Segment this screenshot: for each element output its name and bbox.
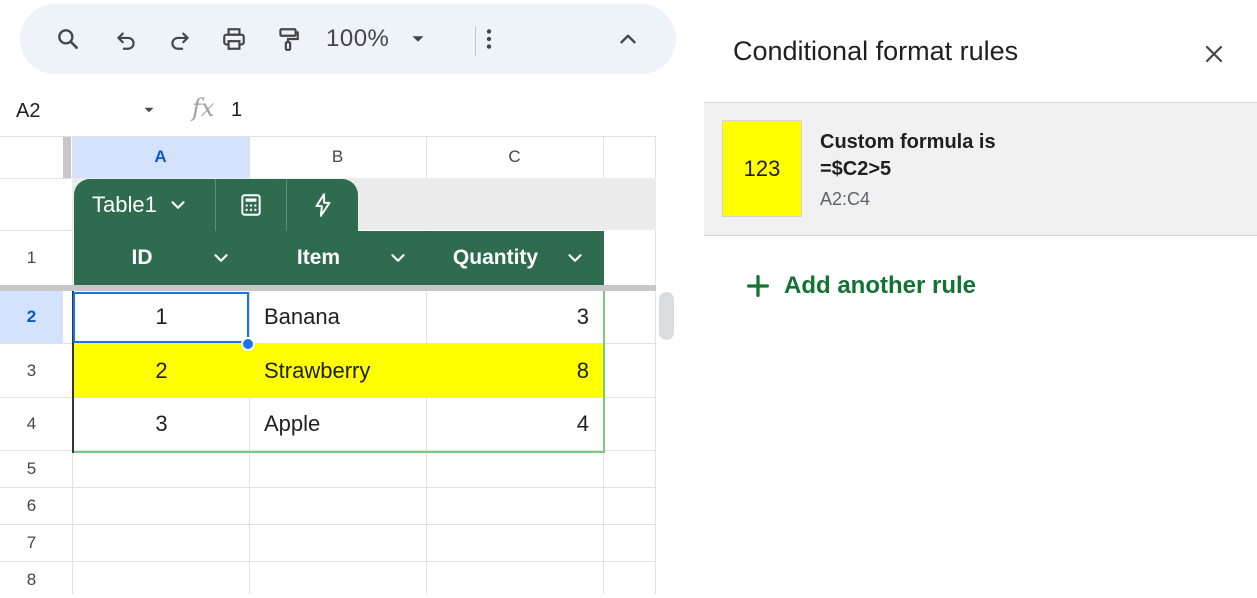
grid-line [0, 487, 656, 488]
table-tab: Table1 [74, 179, 358, 231]
grid-line [0, 524, 656, 525]
column-header-a[interactable]: A [72, 136, 249, 178]
fill-handle[interactable] [241, 337, 255, 351]
table-cell[interactable]: Strawberry [249, 344, 426, 397]
chevron-down-icon [412, 36, 424, 42]
add-rule-label: Add another rule [784, 272, 977, 299]
more-options-button[interactable] [471, 21, 507, 57]
spreadsheet-grid[interactable]: A B C 1 2 3 4 5 6 7 8 Table1 ID Item Qua… [0, 136, 656, 594]
table-cell[interactable]: 3 [426, 291, 603, 343]
paint-format-button[interactable] [270, 21, 306, 57]
conditional-rule-card[interactable]: 123 Custom formula is =$C2>5 A2:C4 [704, 102, 1257, 236]
table-cell[interactable]: 4 [426, 397, 603, 450]
table-cell[interactable]: 1 [74, 291, 249, 343]
table-header-item[interactable]: Item [250, 231, 427, 285]
panel-title: Conditional format rules [733, 36, 1019, 66]
name-box-value: A2 [16, 99, 41, 122]
chevron-down-icon[interactable] [210, 247, 232, 269]
close-panel-button[interactable] [1196, 36, 1232, 72]
plus-icon [747, 275, 769, 297]
row-header-7[interactable]: 7 [0, 525, 63, 561]
fx-icon: fx [192, 94, 215, 122]
chevron-down-icon[interactable] [387, 247, 409, 269]
chevron-down-icon[interactable] [564, 247, 586, 269]
row-header-3[interactable]: 3 [0, 344, 63, 397]
header-label: ID [131, 246, 153, 269]
vertical-scrollbar[interactable] [659, 292, 674, 340]
print-button[interactable] [216, 21, 252, 57]
table-name-button[interactable]: Table1 [74, 179, 216, 231]
grid-line [0, 136, 656, 137]
calculator-icon [241, 194, 261, 216]
zoom-select[interactable]: 100% [326, 21, 446, 57]
formula-input[interactable]: 1 [231, 99, 242, 122]
rule-condition: Custom formula is =$C2>5 [820, 129, 996, 183]
header-label: Item [296, 246, 341, 269]
collapse-toolbar-button[interactable] [610, 21, 646, 57]
rule-range: A2:C4 [820, 189, 871, 209]
table-name: Table1 [92, 192, 157, 217]
row-header-8[interactable]: 8 [0, 562, 63, 598]
lightning-icon [315, 193, 330, 217]
table-cell[interactable]: 3 [74, 397, 249, 450]
table-cell[interactable]: 2 [74, 344, 249, 397]
undo-button[interactable] [108, 21, 144, 57]
chevron-up-icon [620, 34, 636, 44]
redo-icon [171, 32, 189, 50]
column-header-b[interactable]: B [249, 136, 426, 178]
row-header-2[interactable]: 2 [0, 291, 63, 343]
search-icon [58, 29, 78, 49]
row-header-5[interactable]: 5 [0, 451, 63, 487]
frozen-column-divider[interactable] [63, 136, 71, 178]
table-cell[interactable]: Banana [249, 291, 426, 343]
table-cell[interactable]: 8 [426, 344, 603, 397]
table-calculate-button[interactable] [216, 179, 287, 231]
rule-condition-type: Custom formula is [820, 131, 996, 153]
name-box[interactable]: A2 [16, 96, 166, 126]
grid-line [0, 561, 656, 562]
table-range-left-edge [72, 291, 74, 453]
search-button[interactable] [50, 21, 86, 57]
column-header-c[interactable]: C [426, 136, 603, 178]
chevron-down-icon [144, 107, 154, 113]
print-icon [223, 28, 245, 50]
row-header-6[interactable]: 6 [0, 488, 63, 524]
table-header-quantity[interactable]: Quantity [427, 231, 604, 285]
add-another-rule-button[interactable]: Add another rule [744, 272, 976, 300]
close-icon [1205, 45, 1223, 63]
toolbar: 100% [20, 4, 676, 74]
table-cell[interactable]: Apple [249, 397, 426, 450]
row-header-4[interactable]: 4 [0, 397, 63, 450]
header-label: Quantity [452, 246, 539, 269]
table-header-id[interactable]: ID [74, 231, 250, 285]
rule-format-preview: 123 [722, 120, 802, 217]
paint-format-icon [279, 28, 299, 51]
chevron-down-icon [171, 201, 185, 209]
table-smart-fill-button[interactable] [287, 179, 358, 231]
row-header-1[interactable]: 1 [0, 231, 63, 285]
grid-line [0, 450, 656, 451]
grid-line [0, 230, 72, 231]
zoom-value: 100% [326, 25, 390, 52]
table-header-row: ID Item Quantity [74, 231, 604, 285]
rule-condition-formula: =$C2>5 [820, 158, 892, 180]
redo-button[interactable] [162, 21, 198, 57]
undo-icon [117, 32, 135, 50]
more-vert-icon [486, 29, 492, 49]
